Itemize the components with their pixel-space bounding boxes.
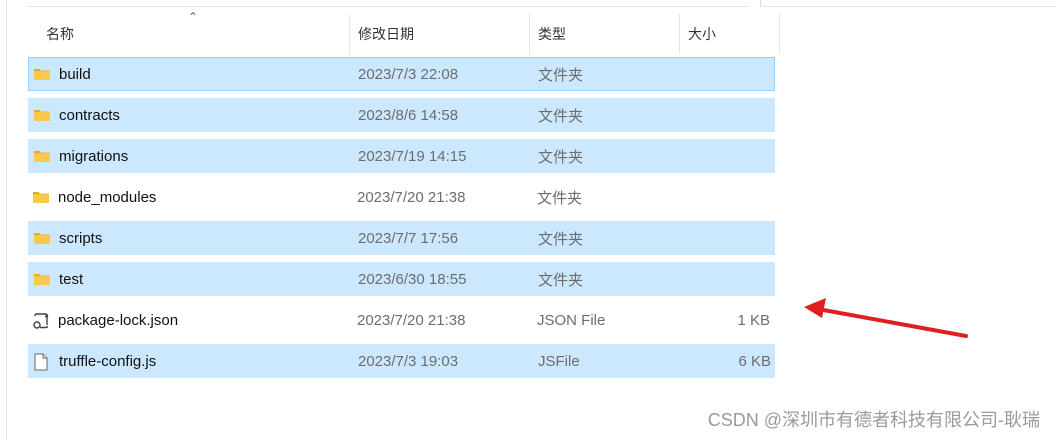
file-size [689, 140, 771, 172]
toolbar-edge [28, 0, 748, 7]
column-header-name[interactable]: 名称 [38, 14, 348, 54]
search-box-edge [760, 0, 1056, 7]
file-name: migrations [59, 147, 129, 165]
file-modified-date: 2023/7/20 21:38 [357, 188, 466, 206]
file-type: 文件夹 [538, 271, 584, 289]
column-resize-handle[interactable] [779, 14, 780, 54]
folder-icon [33, 148, 51, 164]
file-name-cell: scripts [33, 222, 102, 254]
watermark: CSDN @深圳市有德者科技有限公司-耿瑞 [707, 410, 1040, 430]
file-size [689, 99, 771, 131]
file-size [689, 263, 771, 295]
file-name: node_modules [58, 188, 157, 206]
file-modified-date: 2023/7/19 14:15 [358, 147, 467, 165]
file-list: build 2023/7/3 22:08 文件夹 contracts 2023/8/6 … [28, 57, 775, 385]
file-modified-date: 2023/7/20 21:38 [357, 311, 466, 329]
file-name-cell: truffle-config.js [33, 345, 156, 377]
file-name-cell: migrations [33, 140, 128, 172]
column-header-type-label: 类型 [538, 26, 566, 42]
file-modified-date: 2023/7/3 19:03 [358, 352, 459, 370]
file-modified-date: 2023/7/7 17:56 [358, 229, 459, 247]
folder-icon [33, 271, 51, 287]
file-size: 1 KB [737, 311, 770, 329]
file-name-cell: contracts [33, 99, 120, 131]
column-header: ⌃ 名称 修改日期 类型 大小 [28, 10, 780, 54]
file-list-row[interactable]: package-lock.json 2023/7/20 21:38 JSON Fil… [28, 303, 775, 337]
folder-icon [33, 230, 51, 246]
column-header-date[interactable]: 修改日期 [350, 14, 528, 54]
file-type: 文件夹 [537, 189, 583, 207]
file-list-row[interactable]: migrations 2023/7/19 14:15 文件夹 [28, 139, 775, 173]
file-name-cell: node_modules [32, 180, 156, 214]
file-modified-date: 2023/7/3 22:08 [358, 65, 459, 83]
file-modified-date: 2023/6/30 18:55 [358, 270, 467, 288]
column-header-name-label: 名称 [46, 26, 74, 42]
file-name: build [59, 65, 91, 83]
file-list-row[interactable]: truffle-config.js 2023/7/3 19:03 JSFile 6 K… [28, 344, 775, 378]
folder-icon [32, 189, 50, 205]
file-name-cell: package-lock.json [32, 303, 178, 337]
file-name: test [59, 270, 84, 288]
file-name: contracts [59, 106, 120, 124]
file-type: 文件夹 [538, 148, 584, 166]
file-name-cell: test [33, 263, 83, 295]
file-list-row[interactable]: scripts 2023/7/7 17:56 文件夹 [28, 221, 775, 255]
json-file-icon [32, 312, 50, 329]
column-header-date-label: 修改日期 [358, 26, 414, 42]
file-name-cell: build [33, 58, 91, 90]
file-list-row[interactable]: node_modules 2023/7/20 21:38 文件夹 [28, 180, 775, 214]
column-header-size-label: 大小 [688, 26, 716, 42]
file-type: JSON File [537, 311, 606, 329]
navigation-pane-edge [0, 0, 7, 440]
folder-icon [33, 107, 51, 123]
annotation-arrow [804, 298, 968, 338]
file-size: 6 KB [738, 352, 771, 370]
file-name: scripts [59, 229, 103, 247]
folder-icon [33, 66, 51, 82]
column-header-type[interactable]: 类型 [530, 14, 678, 54]
file-name: truffle-config.js [59, 352, 157, 370]
file-size [688, 180, 770, 214]
file-modified-date: 2023/8/6 14:58 [358, 106, 459, 124]
file-size [689, 58, 771, 90]
file-type: 文件夹 [538, 107, 584, 125]
file-size [689, 222, 771, 254]
file-name: package-lock.json [58, 311, 179, 329]
file-type: 文件夹 [538, 66, 584, 84]
file-list-row[interactable]: test 2023/6/30 18:55 文件夹 [28, 262, 775, 296]
file-list-row[interactable]: contracts 2023/8/6 14:58 文件夹 [28, 98, 775, 132]
column-header-size[interactable]: 大小 [680, 14, 778, 54]
file-list-row[interactable]: build 2023/7/3 22:08 文件夹 [28, 57, 775, 91]
js-file-icon [33, 353, 51, 371]
file-type: JSFile [538, 352, 580, 370]
file-type: 文件夹 [538, 230, 584, 248]
